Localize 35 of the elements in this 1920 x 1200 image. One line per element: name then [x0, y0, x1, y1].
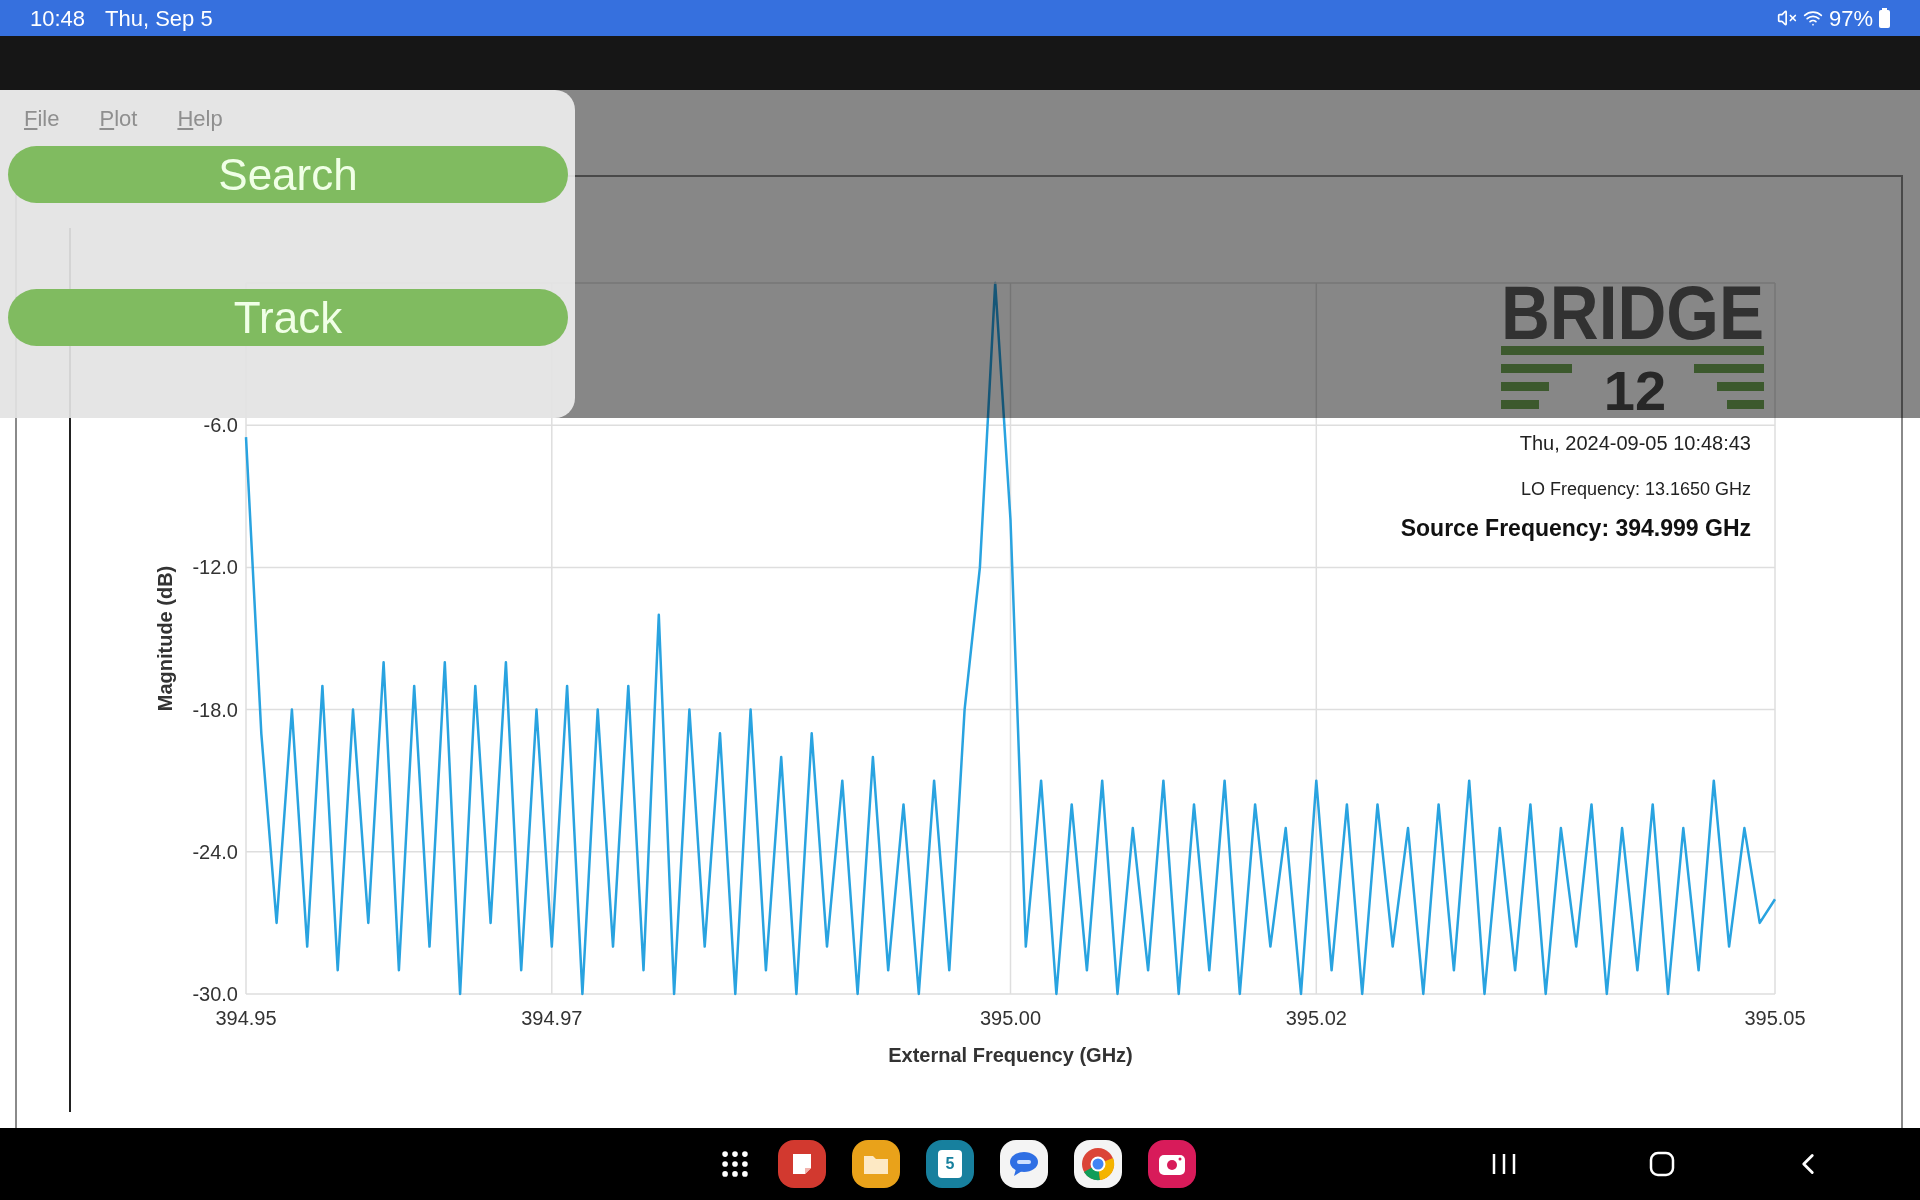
- calendar-icon[interactable]: 5: [926, 1140, 974, 1188]
- camera-icon[interactable]: [1148, 1140, 1196, 1188]
- status-date: Thu, Sep 5: [105, 4, 213, 33]
- status-time: 10:48: [30, 4, 86, 33]
- timestamp: Thu, 2024-09-05 10:48:43: [1519, 432, 1751, 454]
- y-tick-label: -12.0: [192, 556, 238, 579]
- x-axis-title: External Frequency (GHz): [888, 1044, 1133, 1066]
- lo-frequency: LO Frequency: 13.1650 GHz: [1520, 479, 1751, 499]
- x-tick-label: 395.05: [1744, 1007, 1806, 1029]
- y-axis-title: Magnitude (dB): [154, 565, 176, 712]
- battery-level: 97%: [1828, 4, 1873, 33]
- home-icon[interactable]: [1649, 1151, 1675, 1177]
- logo: BRIDGE 12: [1501, 270, 1797, 422]
- wifi-icon: [1802, 8, 1823, 28]
- y-tick-label: -18.0: [192, 698, 238, 721]
- source-frequency: Source Frequency: 394.999 GHz: [1400, 515, 1751, 541]
- recent-apps-icon[interactable]: [1491, 1152, 1517, 1176]
- y-tick-label: -30.0: [192, 983, 238, 1005]
- action-button[interactable]: Search: [8, 146, 568, 203]
- menu-item[interactable]: File: [24, 101, 60, 135]
- browser-icon[interactable]: [1074, 1140, 1122, 1188]
- x-tick-label: 394.97: [521, 1007, 583, 1029]
- menu-item[interactable]: Help: [177, 101, 223, 135]
- action-button[interactable]: Track: [8, 289, 568, 346]
- x-tick-label: 394.95: [215, 1007, 277, 1029]
- y-tick-label: -6.0: [203, 414, 238, 437]
- battery-icon: [1879, 8, 1890, 28]
- mute-icon: [1776, 8, 1797, 28]
- chat-bubble-icon[interactable]: [1000, 1140, 1048, 1188]
- x-tick-label: 395.02: [1285, 1007, 1347, 1029]
- menu-item[interactable]: Plot: [99, 101, 138, 135]
- x-tick-label: 395.00: [979, 1007, 1042, 1029]
- y-tick-label: -24.0: [192, 840, 238, 863]
- folder-icon[interactable]: [852, 1140, 900, 1188]
- notebook-icon[interactable]: [778, 1140, 826, 1188]
